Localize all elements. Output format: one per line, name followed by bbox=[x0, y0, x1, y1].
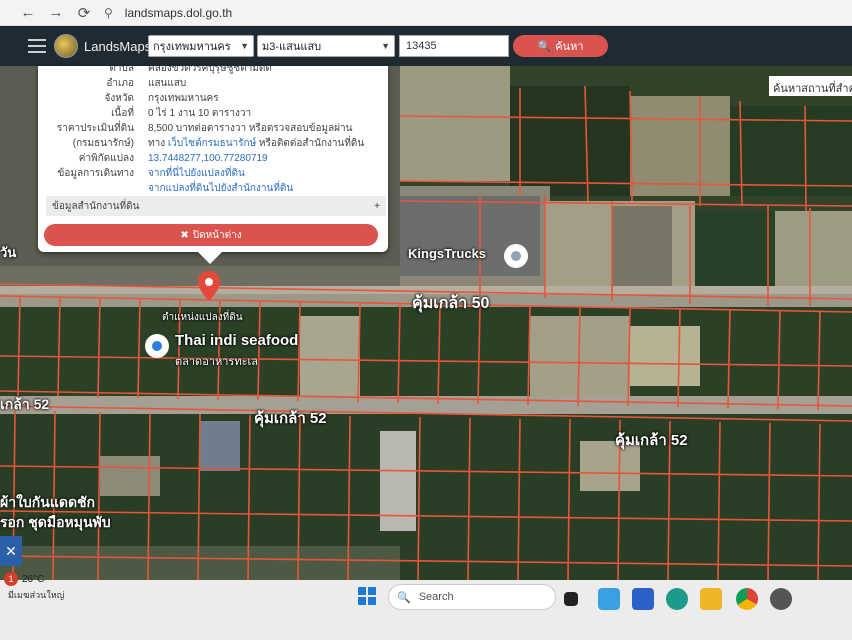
site-info-icon[interactable]: ⚲ bbox=[104, 6, 113, 20]
parcel-number-input[interactable]: 13435 bbox=[399, 35, 509, 57]
browser-address-bar: ← → ⟳ ⚲ landsmaps.dol.go.th bbox=[0, 0, 852, 26]
search-button-label: ค้นหา bbox=[555, 41, 584, 53]
road-label-50: คุ้มเกล้า 50 bbox=[412, 295, 490, 312]
kingstrucks-label: KingsTrucks bbox=[408, 246, 487, 261]
arrow-left-icon[interactable]: ← bbox=[20, 4, 36, 21]
info-row-coordinates: ค่าพิกัดแปลง 13.7448277,100.77280719 bbox=[38, 151, 388, 166]
info-key: ข้อมูลการเดินทาง bbox=[57, 168, 134, 179]
info-value: กรุงเทพมหานคร bbox=[148, 93, 219, 104]
search-icon: 🔍 bbox=[397, 591, 411, 604]
route-to-parcel-link[interactable]: จากที่นี่ไปยังแปลงที่ดิน bbox=[148, 168, 245, 179]
url-text[interactable]: landsmaps.dol.go.th bbox=[125, 6, 232, 20]
coordinates-link[interactable]: 13.7448277,100.77280719 bbox=[148, 153, 268, 164]
task-view-icon[interactable] bbox=[564, 592, 578, 606]
arrow-right-icon[interactable]: → bbox=[48, 4, 64, 21]
land-office-label: ข้อมูลสำนักงานที่ดิน bbox=[52, 200, 140, 212]
land-office-section[interactable]: ข้อมูลสำนักงานที่ดิน + bbox=[46, 196, 386, 216]
district-value: ม3-แสนแสบ bbox=[262, 41, 322, 53]
info-value: แสนแสบ bbox=[148, 78, 187, 89]
expand-icon[interactable]: + bbox=[374, 201, 380, 212]
refresh-icon[interactable]: ⟳ bbox=[76, 4, 92, 22]
road-label-52-edge: เกล้า 52 bbox=[0, 396, 50, 412]
info-key: (กรมธนารักษ์) bbox=[72, 138, 134, 149]
parcel-info-popup: ตำบล คลองขวดวรคบุรุษชูชตามตัด อำเภอ แสนแ… bbox=[38, 66, 388, 264]
info-value: คลองขวดวรคบุรุษชูชตามตัด bbox=[148, 66, 272, 74]
info-value-suffix: หรือติดต่อสำนักงานที่ดิน bbox=[256, 138, 365, 149]
chevron-down-icon: ▼ bbox=[240, 41, 249, 51]
info-key: ตำบล bbox=[109, 66, 134, 74]
windows-start-icon[interactable] bbox=[356, 585, 378, 607]
kingstrucks-poi-icon[interactable] bbox=[504, 244, 528, 268]
edge-icon[interactable] bbox=[666, 588, 688, 610]
search-places-box[interactable]: ค้นหาสถานที่สำคัญ bbox=[769, 76, 852, 96]
info-key: ราคาประเมินที่ดิน bbox=[56, 123, 134, 134]
info-row-travel: ข้อมูลการเดินทาง จากที่นี่ไปยังแปลงที่ดิ… bbox=[38, 166, 388, 181]
left-edge-label: วัน bbox=[0, 245, 17, 260]
info-key: อำเภอ bbox=[106, 78, 134, 89]
taskbar-search-box[interactable]: 🔍 Search bbox=[388, 584, 556, 610]
parcel-position-label: ตำแหน่งแปลงที่ดิน bbox=[162, 312, 243, 323]
bottom-left-label-1: ผ้าใบกันแดดชัก bbox=[0, 494, 96, 510]
close-popup-label: ปิดหน้าต่าง bbox=[192, 229, 242, 241]
seafood-market-label: ตลาดอาหารทะเล bbox=[175, 356, 258, 368]
province-select[interactable]: กรุงเทพมหานคร ▼ bbox=[148, 35, 254, 57]
route-to-office-link[interactable]: จากแปลงที่ดินไปยังสำนักงานที่ดิน bbox=[148, 183, 293, 194]
photos-icon[interactable] bbox=[598, 588, 620, 610]
province-value: กรุงเทพมหานคร bbox=[153, 41, 231, 53]
info-row-appraisal: ราคาประเมินที่ดิน 8,500 บาทต่อตารางวา หร… bbox=[38, 121, 388, 136]
search-icon: 🔍 bbox=[537, 40, 552, 53]
info-key: ค่าพิกัดแปลง bbox=[78, 153, 134, 164]
info-value: 8,500 บาทต่อตารางวา หรือตรวจสอบข้อมูลผ่า… bbox=[148, 123, 353, 134]
close-icon: ✖ bbox=[180, 229, 189, 241]
district-select[interactable]: ม3-แสนแสบ ▼ bbox=[257, 35, 395, 57]
info-value-prefix: ทาง bbox=[148, 138, 168, 149]
info-value: 0 ไร่ 1 งาน 10 ตารางวา bbox=[148, 108, 252, 119]
bottom-left-label-2: รอก ชุดมือหมุนพับ bbox=[0, 514, 111, 530]
search-button[interactable]: 🔍 ค้นหา bbox=[513, 35, 608, 57]
chrome-icon[interactable] bbox=[736, 588, 758, 610]
info-row-area: เนื้อที่ 0 ไร่ 1 งาน 10 ตารางวา bbox=[38, 106, 388, 121]
weather-widget[interactable]: 1 26°C มีเมฆส่วนใหญ่ bbox=[4, 570, 84, 604]
taskbar-search-label: Search bbox=[418, 591, 454, 603]
parcel-pin-icon[interactable] bbox=[198, 271, 220, 306]
weather-text: มีเมฆส่วนใหญ่ bbox=[8, 590, 65, 600]
info-key: จังหวัด bbox=[104, 93, 134, 104]
treasury-website-link[interactable]: เว็บไซต์กรมธนารักษ์ bbox=[168, 138, 256, 149]
weather-alert-icon: 1 bbox=[4, 572, 18, 586]
info-row-district: อำเภอ แสนแสบ bbox=[38, 76, 388, 91]
close-popup-button[interactable]: ✖ ปิดหน้าต่าง bbox=[44, 224, 378, 246]
info-row-treasury: (กรมธนารักษ์) ทาง เว็บไซต์กรมธนารักษ์ หร… bbox=[38, 136, 388, 151]
store-icon[interactable] bbox=[632, 588, 654, 610]
info-value: ทาง เว็บไซต์กรมธนารักษ์ หรือติดต่อสำนักง… bbox=[148, 136, 364, 151]
app-title: LandsMaps bbox=[84, 38, 152, 54]
dol-logo bbox=[54, 34, 78, 58]
settings-icon[interactable] bbox=[770, 588, 792, 610]
temperature: 26°C bbox=[22, 574, 45, 585]
seafood-poi-icon[interactable] bbox=[145, 334, 169, 358]
info-key: เนื้อที่ bbox=[111, 108, 134, 119]
map-tool-button[interactable]: ✕ bbox=[0, 536, 22, 566]
info-row-travel-2: จากแปลงที่ดินไปยังสำนักงานที่ดิน bbox=[38, 181, 388, 196]
thai-indi-seafood-label: Thai indi seafood bbox=[175, 332, 299, 349]
info-row-subdistrict: ตำบล คลองขวดวรคบุรุษชูชตามตัด bbox=[38, 66, 388, 76]
chevron-down-icon: ▼ bbox=[381, 41, 390, 51]
road-label-52-right: คุ้มเกล้า 52 bbox=[615, 432, 688, 449]
info-row-province: จังหวัด กรุงเทพมหานคร bbox=[38, 91, 388, 106]
file-explorer-icon[interactable] bbox=[700, 588, 722, 610]
app-header: LandsMaps กรุงเทพมหานคร ▼ ม3-แสนแสบ ▼ 13… bbox=[0, 26, 852, 66]
menu-icon[interactable] bbox=[28, 39, 46, 53]
road-label-52-left: คุ้มเกล้า 52 bbox=[254, 410, 327, 427]
